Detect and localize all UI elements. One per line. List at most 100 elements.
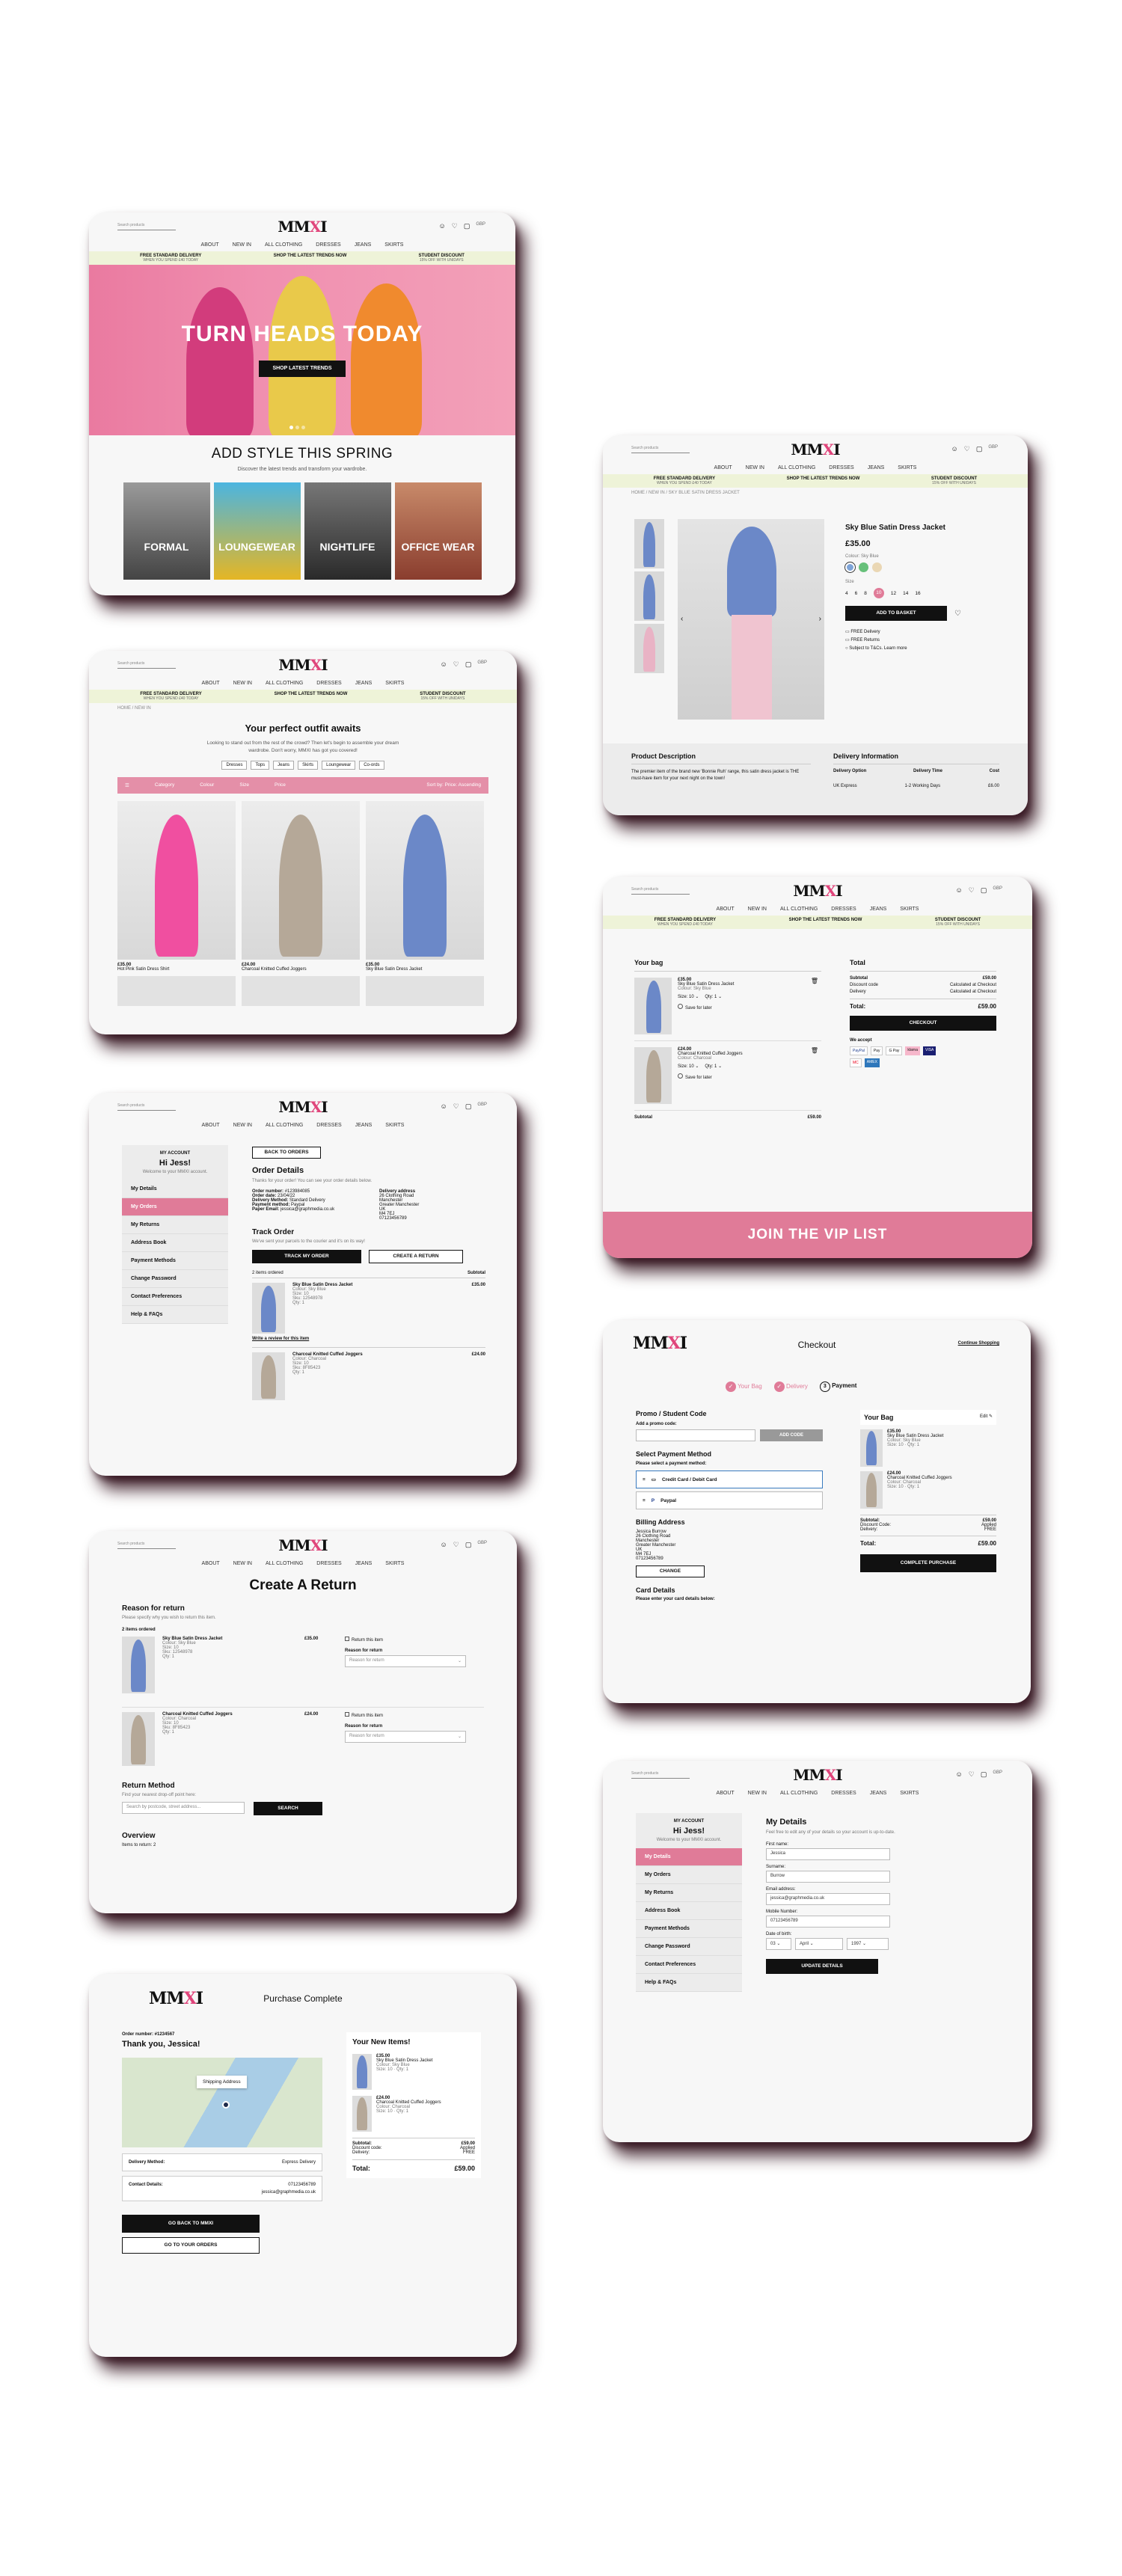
order-item-image[interactable]	[252, 1283, 285, 1334]
chip-tops[interactable]: Tops	[251, 760, 270, 770]
sidebar-item-my-orders[interactable]: My Orders	[636, 1866, 742, 1884]
nav-new-in[interactable]: NEW IN	[233, 1561, 252, 1566]
search-input[interactable]: Search products	[631, 446, 690, 453]
nav-jeans[interactable]: JEANS	[870, 907, 887, 912]
nav-about[interactable]: ABOUT	[717, 907, 735, 912]
user-icon[interactable]: ☺	[956, 1770, 963, 1779]
nav-dresses[interactable]: DRESSES	[316, 1561, 341, 1566]
nav-about[interactable]: ABOUT	[714, 465, 732, 470]
nav-jeans[interactable]: JEANS	[868, 465, 885, 470]
sidebar-item-help[interactable]: Help & FAQs	[636, 1974, 742, 1992]
tile-formal[interactable]: FORMAL	[123, 482, 210, 580]
nav-all-clothing[interactable]: ALL CLOTHING	[266, 681, 303, 686]
nav-new-in[interactable]: NEW IN	[233, 242, 251, 248]
dob-year-select[interactable]: 1997 ⌄	[847, 1938, 889, 1950]
back-to-orders-button[interactable]: BACK TO ORDERS	[252, 1147, 321, 1159]
order-item-image[interactable]	[252, 1352, 285, 1400]
update-details-button[interactable]: UPDATE DETAILS	[766, 1959, 878, 1974]
thumbnail[interactable]	[634, 519, 664, 568]
search-input[interactable]: Search products	[117, 661, 176, 669]
return-item-image[interactable]	[122, 1712, 155, 1766]
delivery-info-title[interactable]: Delivery Information	[833, 752, 999, 764]
nav-about[interactable]: ABOUT	[202, 1561, 220, 1566]
sidebar-item-address-book[interactable]: Address Book	[122, 1234, 228, 1252]
dob-month-select[interactable]: April ⌄	[795, 1938, 843, 1950]
nav-new-in[interactable]: NEW IN	[748, 1791, 767, 1796]
first-name-input[interactable]: Jessica	[766, 1848, 890, 1860]
size-option[interactable]: 14	[903, 591, 908, 596]
go-to-orders-button[interactable]: GO TO YOUR ORDERS	[122, 2237, 260, 2254]
search-input[interactable]: Search products	[631, 1771, 690, 1779]
size-option[interactable]: 4	[845, 591, 848, 596]
bag-icon[interactable]: ▢	[465, 1103, 472, 1111]
user-icon[interactable]: ☺	[441, 1541, 447, 1549]
chip-dresses[interactable]: Dresses	[221, 760, 248, 770]
main-product-image[interactable]: ‹ ›	[678, 519, 824, 720]
nav-dresses[interactable]: DRESSES	[831, 1791, 856, 1796]
email-input[interactable]: jessica@graphmedia.co.uk	[766, 1893, 890, 1905]
sidebar-item-address-book[interactable]: Address Book	[636, 1902, 742, 1920]
step-delivery[interactable]: ✓ Delivery	[773, 1381, 808, 1392]
nav-skirts[interactable]: SKIRTS	[900, 1791, 919, 1796]
filter-size[interactable]: Size	[239, 782, 249, 788]
nav-all-clothing[interactable]: ALL CLOTHING	[266, 1123, 303, 1128]
trash-icon[interactable]: 🗑	[811, 978, 818, 984]
search-input[interactable]: Search products	[117, 1542, 176, 1549]
nav-about[interactable]: ABOUT	[202, 681, 220, 686]
step-your-bag[interactable]: ✓ Your Bag	[726, 1381, 762, 1392]
filter-category[interactable]: Category	[155, 782, 174, 788]
currency-selector[interactable]: GBP	[476, 222, 485, 230]
user-icon[interactable]: ☺	[956, 886, 963, 895]
heart-icon[interactable]: ♡	[969, 1770, 975, 1779]
nav-jeans[interactable]: JEANS	[355, 1561, 373, 1566]
chip-loungewear[interactable]: Loungewear	[322, 760, 356, 770]
size-option-selected[interactable]: 10	[873, 588, 884, 598]
currency-selector[interactable]: GBP	[988, 445, 998, 453]
surname-input[interactable]: Burrow	[766, 1871, 890, 1883]
chevron-right-icon[interactable]: ›	[819, 615, 821, 623]
product-name[interactable]: Charcoal Knitted Cuffed Joggers	[242, 967, 360, 972]
product-image[interactable]	[242, 800, 360, 960]
sidebar-item-change-password[interactable]: Change Password	[636, 1938, 742, 1956]
nav-jeans[interactable]: JEANS	[355, 681, 373, 686]
hero-dots[interactable]	[289, 426, 305, 429]
nav-skirts[interactable]: SKIRTS	[385, 1561, 404, 1566]
sidebar-item-my-returns[interactable]: My Returns	[636, 1884, 742, 1902]
nav-jeans[interactable]: JEANS	[870, 1791, 887, 1796]
filter-colour[interactable]: Colour	[200, 782, 214, 788]
bag-item-size-select[interactable]: Size: 10 ⌄	[678, 1064, 699, 1069]
currency-selector[interactable]: GBP	[477, 660, 487, 669]
bag-item-qty-select[interactable]: Qty: 1 ⌄	[705, 1064, 722, 1069]
reason-select[interactable]: Reason for return ⌄	[345, 1655, 466, 1667]
nav-all-clothing[interactable]: ALL CLOTHING	[780, 907, 818, 912]
reason-select[interactable]: Reason for return ⌄	[345, 1731, 466, 1743]
nav-skirts[interactable]: SKIRTS	[384, 242, 403, 248]
product-name[interactable]: Hot Pink Satin Dress Shirt	[117, 967, 236, 972]
user-icon[interactable]: ☺	[441, 660, 447, 669]
save-later-radio[interactable]	[678, 1073, 683, 1079]
bag-item-size-select[interactable]: Size: 10 ⌄	[678, 994, 699, 999]
thumbnail[interactable]	[634, 624, 664, 673]
promo-trends[interactable]: SHOP THE LATEST TRENDS NOW	[787, 476, 860, 481]
product-name[interactable]: Sky Blue Satin Dress Jacket	[366, 967, 484, 972]
chevron-left-icon[interactable]: ‹	[681, 615, 683, 623]
heart-icon[interactable]: ♡	[969, 886, 975, 895]
continue-shopping-link[interactable]: Continue Shopping	[958, 1341, 999, 1346]
dob-day-select[interactable]: 03 ⌄	[766, 1938, 791, 1950]
tile-nightlife[interactable]: NIGHTLIFE	[304, 482, 391, 580]
nav-all-clothing[interactable]: ALL CLOTHING	[780, 1791, 818, 1796]
promo-trends[interactable]: SHOP THE LATEST TRENDS NOW	[275, 692, 348, 696]
size-option[interactable]: 6	[855, 591, 858, 596]
track-order-button[interactable]: TRACK MY ORDER	[252, 1250, 361, 1263]
nav-skirts[interactable]: SKIRTS	[385, 1123, 404, 1128]
nav-skirts[interactable]: SKIRTS	[385, 681, 404, 686]
perk-terms[interactable]: ○ Subject to T&Cs. Learn more	[845, 645, 995, 653]
nav-new-in[interactable]: NEW IN	[748, 907, 767, 912]
wishlist-heart-icon[interactable]: ♡	[954, 610, 961, 618]
nav-about[interactable]: ABOUT	[201, 242, 219, 248]
trash-icon[interactable]: 🗑	[811, 1047, 818, 1054]
nav-dresses[interactable]: DRESSES	[829, 465, 853, 470]
hero-banner[interactable]: TURN HEADS TODAY SHOP LATEST TRENDS	[89, 265, 515, 435]
bag-item-image[interactable]	[634, 1047, 672, 1104]
nav-all-clothing[interactable]: ALL CLOTHING	[778, 465, 815, 470]
